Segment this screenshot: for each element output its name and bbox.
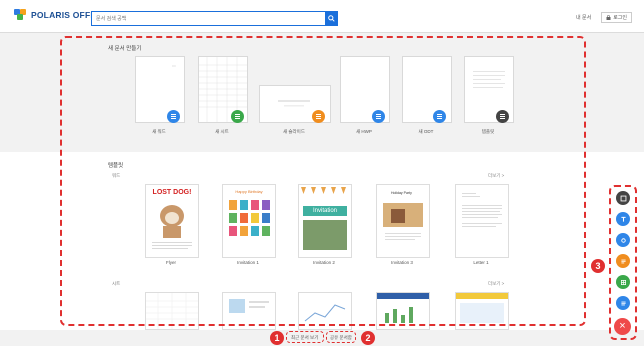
- highlight-recent-docs: [286, 331, 324, 343]
- search-bar: [91, 11, 338, 26]
- top-bar: POLARIS OFFICE 내 문서 로그인: [0, 0, 644, 33]
- top-right-menu: 내 문서 로그인: [576, 12, 632, 23]
- highlight-fab-stack: [609, 185, 637, 340]
- search-button[interactable]: [325, 12, 337, 25]
- search-icon: [327, 15, 335, 22]
- highlight-shared-docs: [326, 331, 356, 343]
- login-button[interactable]: 로그인: [601, 12, 632, 23]
- polaris-logo-icon: [14, 9, 27, 20]
- lock-icon: [606, 15, 611, 20]
- highlight-main-area: [60, 36, 586, 326]
- search-input[interactable]: [92, 12, 325, 25]
- my-docs-link[interactable]: 내 문서: [576, 14, 591, 21]
- marker-1: 1: [270, 331, 284, 345]
- marker-3: 3: [591, 259, 605, 273]
- marker-2: 2: [361, 331, 375, 345]
- login-label: 로그인: [613, 15, 627, 21]
